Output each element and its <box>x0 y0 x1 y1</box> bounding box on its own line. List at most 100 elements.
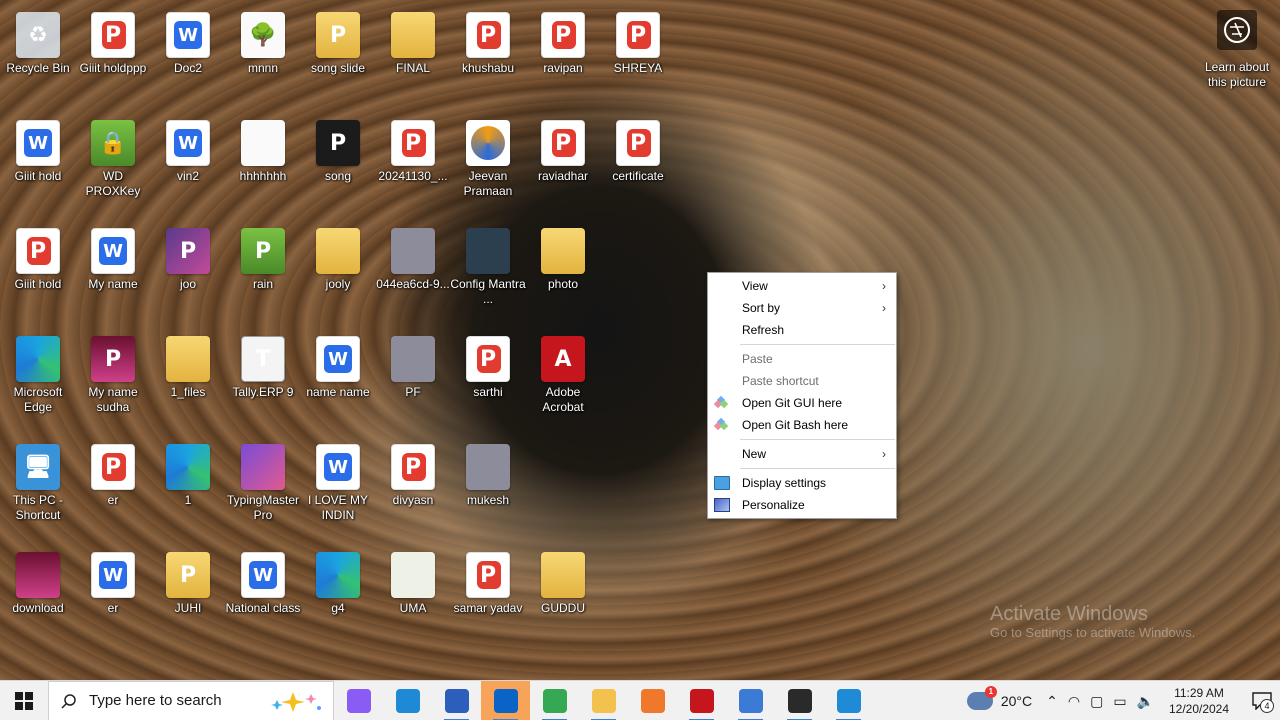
chevron-up-icon[interactable]: ⌃ <box>1046 693 1058 710</box>
taskbar-app-copilot[interactable] <box>334 681 383 720</box>
desktop-icon[interactable]: mukesh <box>450 436 526 540</box>
desktop-icon[interactable]: P 20241130_... <box>375 112 451 216</box>
learn-about-this-picture[interactable]: Learn about this picture <box>1200 10 1274 90</box>
desktop-icon[interactable]: P My name sudha <box>75 328 151 432</box>
weather-widget[interactable]: 1 20°C <box>966 686 1032 710</box>
desktop-icon[interactable]: 🔒 WD PROXKey <box>75 112 151 216</box>
desktop-icon-label: FINAL <box>395 61 430 75</box>
file-icon-glyph: P <box>104 22 122 48</box>
file-icon: P <box>391 120 435 166</box>
desktop-icon[interactable]: PF <box>375 328 451 432</box>
desktop-icon[interactable]: Psong slide <box>300 4 376 108</box>
desktop-icon[interactable]: Pjoo <box>150 220 226 324</box>
desktop-icon[interactable]: P Giiit holdppp <box>75 4 151 108</box>
desktop-icon[interactable]: Psong <box>300 112 376 216</box>
desktop-icon-label: Tally.ERP 9 <box>232 385 294 399</box>
menu-item-open-git-gui[interactable]: Open Git GUI here <box>708 392 896 414</box>
desktop-icon[interactable]: 1_files <box>150 328 226 432</box>
desktop-icon[interactable]: ♻ Recycle Bin <box>0 4 76 108</box>
desktop-icon-label: mnnn <box>247 61 279 75</box>
desktop-icon[interactable]: Psarthi <box>450 328 526 432</box>
taskbar-app-vscode[interactable] <box>824 681 873 720</box>
menu-item-refresh[interactable]: Refresh <box>708 319 896 341</box>
taskbar-app-calculator[interactable] <box>726 681 775 720</box>
menu-item-view[interactable]: View › <box>708 275 896 297</box>
taskbar-app-edge[interactable] <box>383 681 432 720</box>
desktop-icon[interactable]: P Giiit hold <box>0 220 76 324</box>
file-icon: P <box>391 444 435 490</box>
notification-center-button[interactable]: 4 <box>1244 681 1280 720</box>
desktop-icon[interactable]: Pkhushabu <box>450 4 526 108</box>
desktop-icon[interactable]: 🌳 mnnn <box>225 4 301 108</box>
desktop-icon-label: GUDDU <box>541 601 585 615</box>
taskbar-app-xampp[interactable] <box>628 681 677 720</box>
wifi-icon[interactable]: ◠ <box>1068 693 1080 710</box>
desktop-icon[interactable]: Praviadhar <box>525 112 601 216</box>
desktop-icon[interactable]: jooly <box>300 220 376 324</box>
desktop-icon[interactable]: W My name <box>75 220 151 324</box>
start-button[interactable] <box>0 681 48 720</box>
search-box[interactable]: Type here to search <box>48 680 334 720</box>
desktop-icon[interactable]: UMA <box>375 544 451 648</box>
desktop-icon[interactable]: download <box>0 544 76 648</box>
desktop-icon[interactable]: 1 <box>150 436 226 540</box>
clock[interactable]: 11:29 AM 12/20/2024 <box>1164 685 1234 717</box>
taskbar-app-terminal[interactable] <box>775 681 824 720</box>
taskbar-app-file-explorer[interactable] <box>579 681 628 720</box>
desktop-icon[interactable]: Microsoft Edge <box>0 328 76 432</box>
desktop-icon[interactable]: GUDDU <box>525 544 601 648</box>
file-icon: A <box>541 336 585 382</box>
menu-item-open-git-bash[interactable]: Open Git Bash here <box>708 414 896 436</box>
taskbar-app-acrobat[interactable] <box>677 681 726 720</box>
xampp-icon <box>640 688 665 713</box>
desktop-icon[interactable]: A Adobe Acrobat <box>525 328 601 432</box>
battery-icon[interactable]: ▭ <box>1113 693 1126 710</box>
desktop-icon[interactable]: 044ea6cd-9... <box>375 220 451 324</box>
desktop-icon-label: 044ea6cd-9... <box>376 277 450 291</box>
menu-item-paste[interactable]: Paste <box>708 348 896 370</box>
taskbar-app-chrome[interactable] <box>530 681 579 720</box>
desktop-icon[interactable]: Pdivyasn <box>375 436 451 540</box>
activate-windows-watermark: Activate Windows Go to Settings to activ… <box>990 603 1195 641</box>
desktop-icon[interactable]: Psamar yadav <box>450 544 526 648</box>
desktop-icon[interactable]: Wvin2 <box>150 112 226 216</box>
desktop-icon-label: Adobe Acrobat <box>542 385 584 414</box>
desktop-icon[interactable]: Per <box>75 436 151 540</box>
desktop-icon[interactable]: P JUHI <box>150 544 226 648</box>
menu-item-sort-by[interactable]: Sort by › <box>708 297 896 319</box>
file-icon <box>166 444 210 490</box>
desktop-icon[interactable]: Jeevan Pramaan <box>450 112 526 216</box>
volume-icon[interactable]: 🔈 <box>1137 693 1154 710</box>
menu-item-display-settings[interactable]: Display settings <box>708 472 896 494</box>
desktop-icon-label: certificate <box>612 169 664 183</box>
desktop-icon[interactable]: T Tally.ERP 9 <box>225 328 301 432</box>
desktop-icon[interactable]: W National class <box>225 544 301 648</box>
menu-item-label: Paste shortcut <box>742 374 819 388</box>
desktop-icon[interactable]: hhhhhhh <box>225 112 301 216</box>
desktop-icon[interactable]: FINAL <box>375 4 451 108</box>
desktop-icon[interactable]: Pravipan <box>525 4 601 108</box>
file-icon: W <box>241 552 285 598</box>
desktop-icon[interactable]: photo <box>525 220 601 324</box>
meet-now-icon[interactable]: ▢ <box>1090 693 1103 710</box>
desktop-icon[interactable]: Config Mantra ... <box>450 220 526 324</box>
desktop-icon[interactable]: Pcertificate <box>600 112 676 216</box>
desktop-icon[interactable]: g4 <box>300 544 376 648</box>
desktop-icon[interactable]: P SHREYA <box>600 4 676 108</box>
desktop-icon[interactable]: W I LOVE MY INDIN <box>300 436 376 540</box>
menu-item-paste-shortcut[interactable]: Paste shortcut <box>708 370 896 392</box>
desktop-icon[interactable]: Prain <box>225 220 301 324</box>
file-icon-glyph: W <box>174 129 202 157</box>
menu-item-personalize[interactable]: Personalize <box>708 494 896 516</box>
desktop-icon[interactable]: Wname name <box>300 328 376 432</box>
file-icon <box>466 120 510 166</box>
taskbar-app-outlook[interactable] <box>481 680 530 720</box>
desktop-icon[interactable]: W Giiit hold <box>0 112 76 216</box>
desktop-icon[interactable]: W Doc2 <box>150 4 226 108</box>
menu-item-new[interactable]: New › <box>708 443 896 465</box>
taskbar-app-word[interactable] <box>432 681 481 720</box>
desktop-icon[interactable]: Wer <box>75 544 151 648</box>
desktop-icon[interactable]: TypingMaster Pro <box>225 436 301 540</box>
desktop[interactable]: ♻ Recycle Bin P Giiit holdppp W Doc2 🌳 mnnn Pson… <box>0 0 1280 680</box>
desktop-icon[interactable]: 🖥 This PC - Shortcut <box>0 436 76 540</box>
